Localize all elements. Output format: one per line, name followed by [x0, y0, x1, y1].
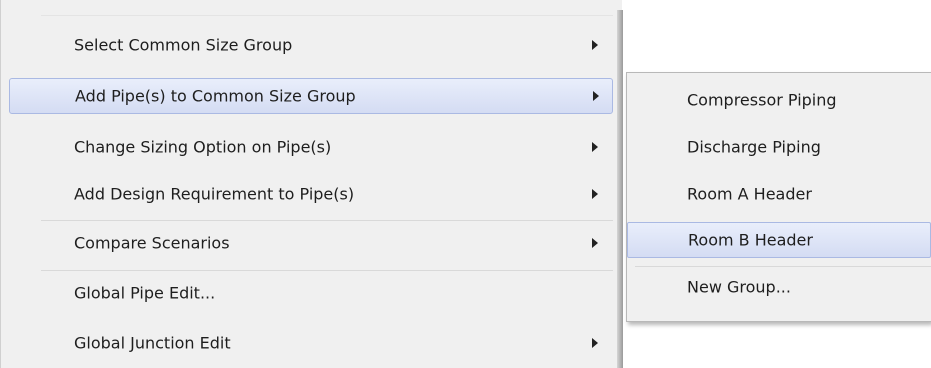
submenu-arrow-icon [592, 142, 598, 152]
submenu-arrow-icon [592, 40, 598, 50]
menu-separator [41, 220, 613, 221]
menu-item-compare-scenarios[interactable]: Compare Scenarios [9, 225, 613, 261]
menu-item-label: Change Sizing Option on Pipe(s) [74, 137, 332, 157]
common-size-group-submenu: Compressor Piping Discharge Piping Room … [626, 72, 931, 322]
submenu-item-label: Compressor Piping [687, 90, 837, 110]
submenu-item-label: New Group... [687, 277, 791, 297]
menu-item-add-design-requirement[interactable]: Add Design Requirement to Pipe(s) [9, 176, 613, 212]
menu-top-separator [41, 15, 613, 16]
submenu-arrow-icon [592, 238, 598, 248]
menu-item-global-pipe-edit[interactable]: Global Pipe Edit... [9, 275, 613, 311]
submenu-arrow-icon [592, 338, 598, 348]
submenu-arrow-icon [593, 91, 599, 101]
submenu-item-label: Discharge Piping [687, 137, 821, 157]
menu-item-label: Select Common Size Group [74, 35, 293, 55]
menu-item-label: Global Pipe Edit... [74, 283, 216, 303]
menu-item-add-pipes-to-common-size-group[interactable]: Add Pipe(s) to Common Size Group [9, 78, 613, 114]
submenu-item-discharge-piping[interactable]: Discharge Piping [627, 129, 931, 165]
menu-separator [41, 270, 613, 271]
menu-item-label: Compare Scenarios [74, 233, 230, 253]
context-menu: Select Common Size Group Add Pipe(s) to … [0, 0, 622, 368]
menu-item-label: Global Junction Edit [74, 333, 231, 353]
submenu-item-room-b-header[interactable]: Room B Header [627, 222, 931, 258]
submenu-item-new-group[interactable]: New Group... [627, 269, 931, 305]
submenu-item-label: Room B Header [688, 230, 813, 250]
submenu-arrow-icon [592, 189, 598, 199]
submenu-item-room-a-header[interactable]: Room A Header [627, 176, 931, 212]
menu-item-label: Add Pipe(s) to Common Size Group [75, 86, 356, 106]
submenu-item-label: Room A Header [687, 184, 812, 204]
submenu-separator [635, 266, 931, 267]
menu-shadow [617, 10, 623, 368]
menu-item-change-sizing-option[interactable]: Change Sizing Option on Pipe(s) [9, 129, 613, 165]
menu-item-label: Add Design Requirement to Pipe(s) [74, 184, 355, 204]
submenu-item-compressor-piping[interactable]: Compressor Piping [627, 82, 931, 118]
menu-item-select-common-size-group[interactable]: Select Common Size Group [9, 27, 613, 63]
menu-item-global-junction-edit[interactable]: Global Junction Edit [9, 325, 613, 361]
